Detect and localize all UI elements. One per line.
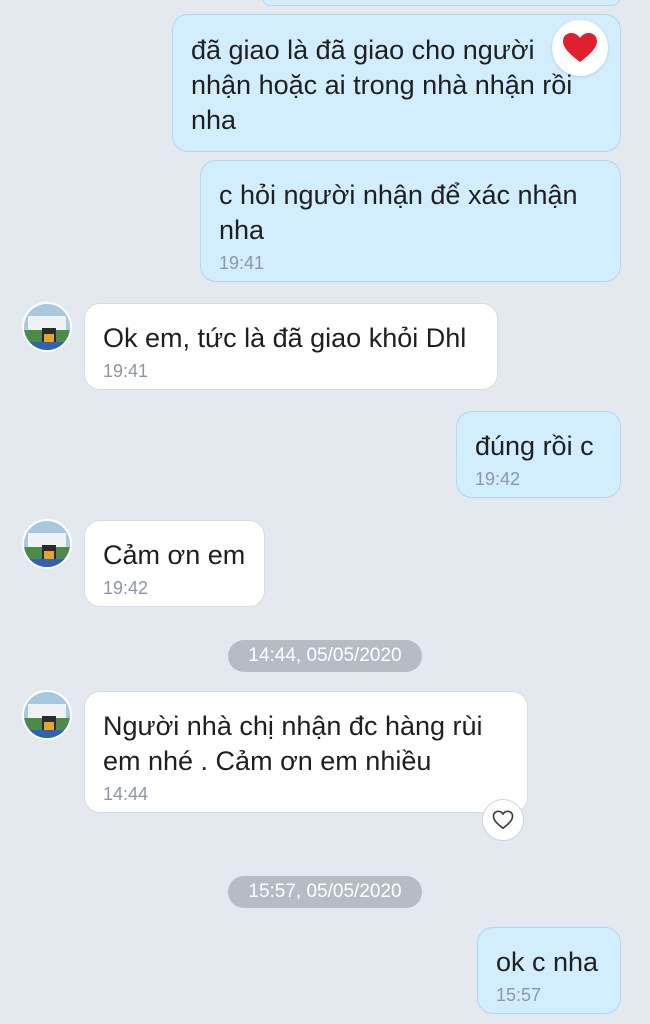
message-bubble-incoming[interactable]: Cảm ơn em 19:42 (84, 520, 265, 607)
message-text: Cảm ơn em (103, 540, 246, 570)
message-text: Ok em, tức là đã giao khỏi Dhl (103, 323, 467, 353)
contact-avatar[interactable] (22, 302, 72, 352)
message-bubble-incoming[interactable]: Người nhà chị nhận đc hàng rùi em nhé . … (84, 691, 528, 813)
message-text: Người nhà chị nhận đc hàng rùi em nhé . … (103, 711, 483, 776)
message-time: 14:44 (103, 784, 149, 804)
date-separator: 14:44, 05/05/2020 (228, 640, 422, 672)
date-separator: 15:57, 05/05/2020 (228, 876, 422, 908)
contact-avatar[interactable] (22, 690, 72, 740)
message-text: ok c nha (496, 947, 599, 977)
contact-avatar[interactable] (22, 519, 72, 569)
previous-message-edge (262, 0, 620, 6)
chat-view: đã giao là đã giao cho người nhận hoặc a… (0, 0, 650, 1024)
message-time: 19:42 (475, 469, 521, 489)
message-time: 19:41 (219, 253, 265, 273)
heart-outline-icon (492, 810, 514, 829)
message-bubble-incoming[interactable]: Ok em, tức là đã giao khỏi Dhl 19:41 (84, 303, 498, 390)
message-text: đúng rồi c (475, 431, 594, 461)
message-time: 19:42 (103, 578, 149, 598)
message-bubble-outgoing[interactable]: đã giao là đã giao cho người nhận hoặc a… (172, 14, 621, 152)
message-bubble-outgoing[interactable]: ok c nha 15:57 (477, 927, 621, 1014)
message-text: đã giao là đã giao cho người nhận hoặc a… (191, 35, 573, 135)
message-bubble-outgoing[interactable]: c hỏi người nhận để xác nhận nha 19:41 (200, 160, 621, 282)
heart-emoji (563, 33, 597, 62)
react-heart-button[interactable] (482, 799, 524, 841)
message-time: 19:41 (103, 361, 149, 381)
message-bubble-outgoing[interactable]: đúng rồi c 19:42 (456, 411, 621, 498)
message-text: c hỏi người nhận để xác nhận nha (219, 180, 578, 245)
heart-reaction-icon[interactable] (552, 20, 608, 76)
message-time: 15:57 (496, 985, 542, 1005)
